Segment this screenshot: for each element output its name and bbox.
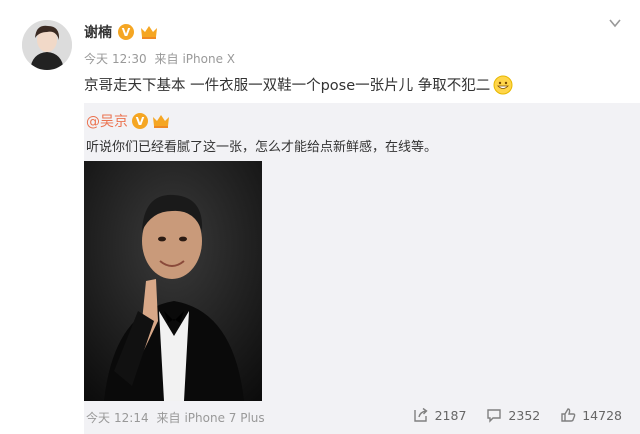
repost-source-prefix: 来自 [156, 411, 181, 425]
portrait-image [84, 161, 262, 401]
repost-photo[interactable] [84, 161, 262, 401]
repost-source[interactable]: iPhone 7 Plus [184, 411, 264, 425]
chevron-down-icon[interactable] [608, 16, 622, 30]
repost-box: @吴京 V 听说你们已经看腻了这一张，怎么才能给点新鲜感，在线等。 今天 12:… [84, 103, 640, 434]
like-count: 14728 [582, 407, 622, 423]
post-body: 京哥走天下基本 一件衣服一双鞋一个pose一张片儿 争取不犯二 [84, 74, 513, 95]
source-prefix: 来自 [154, 52, 179, 66]
repost-author-row: @吴京 V [86, 111, 170, 131]
author-avatar[interactable] [22, 20, 72, 70]
author-name[interactable]: 谢楠 [84, 22, 112, 42]
post-text: 京哥走天下基本 一件衣服一双鞋一个pose一张片儿 争取不犯二 [84, 78, 491, 94]
verified-badge-icon: V [132, 113, 148, 129]
forward-button[interactable]: 2187 [413, 407, 467, 423]
verified-badge-icon: V [118, 24, 134, 40]
avatar-image [22, 20, 72, 70]
repost-text: 听说你们已经看腻了这一张，怎么才能给点新鲜感，在线等。 [86, 140, 438, 155]
comment-count: 2352 [508, 407, 541, 423]
repost-author[interactable]: @吴京 [86, 111, 128, 131]
repost-meta: 今天 12:14 来自 iPhone 7 Plus [86, 409, 269, 426]
author-row: 谢楠 V [84, 22, 158, 42]
comment-button[interactable]: 2352 [486, 407, 540, 423]
member-crown-icon [141, 26, 157, 39]
like-button[interactable]: 14728 [560, 407, 622, 423]
member-crown-icon [153, 115, 169, 128]
post-meta: 今天 12:30 来自 iPhone X [84, 50, 239, 67]
comment-icon [487, 409, 502, 423]
repost-date[interactable]: 今天 [86, 411, 110, 425]
repost-time[interactable]: 12:14 [114, 411, 149, 425]
post-time[interactable]: 12:30 [112, 52, 147, 66]
grin-emoji-icon [493, 75, 513, 94]
thumbs-up-icon [561, 408, 576, 422]
post-date[interactable]: 今天 [84, 52, 108, 66]
post-source[interactable]: iPhone X [182, 52, 235, 66]
repost-actions: 2187 2352 14728 [413, 407, 622, 423]
forward-count: 2187 [434, 407, 467, 423]
forward-icon [413, 407, 428, 422]
